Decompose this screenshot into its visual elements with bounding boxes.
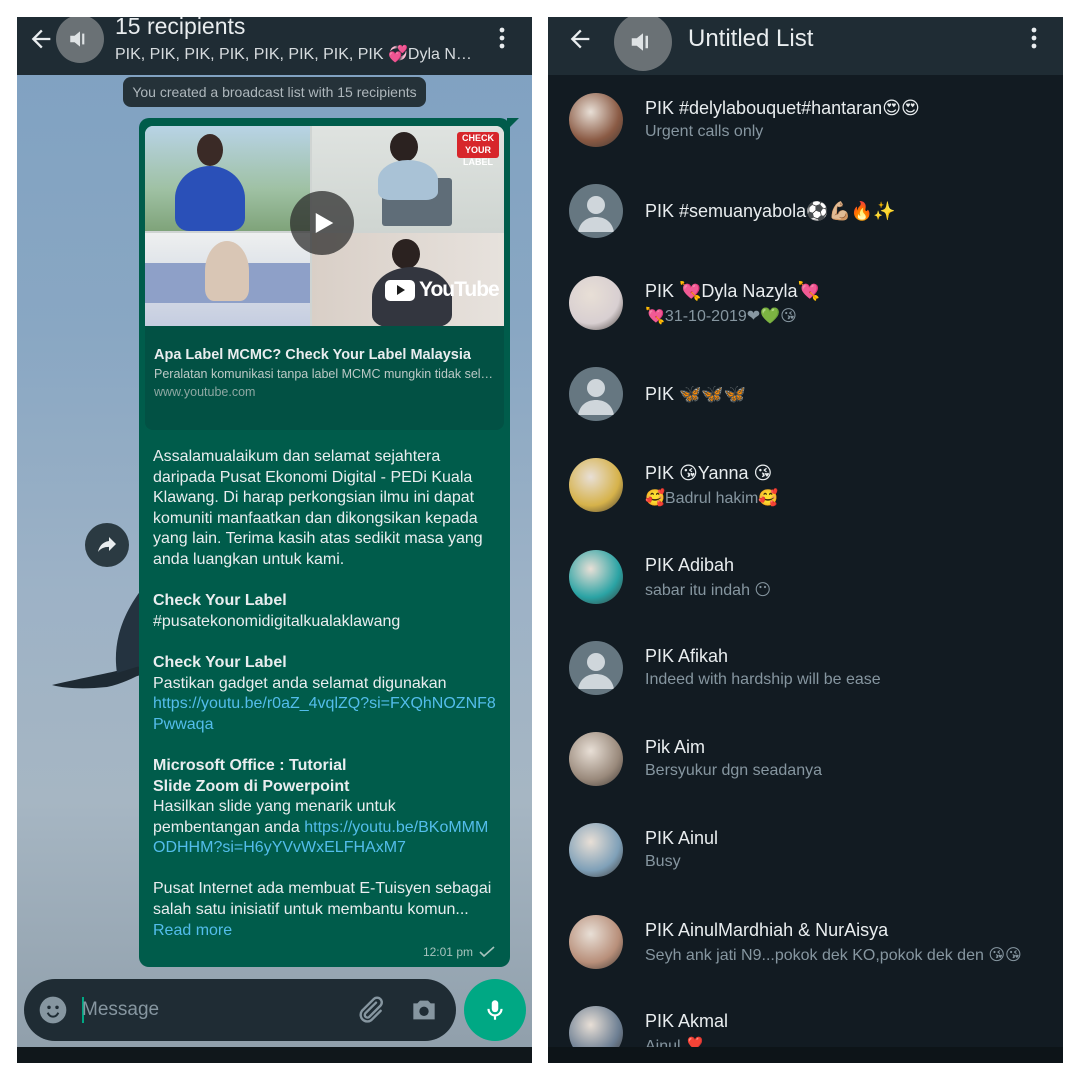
list-app-bar: Untitled List [548,17,1063,75]
link-preview-text[interactable]: Apa Label MCMC? Check Your Label Malaysi… [154,347,499,399]
message-meta: 12:01 pm [423,945,495,959]
contact-name: PIK #delylabouquet#hantaran😍😍 [645,98,920,118]
contact-name: PIK 😘Yanna 😘 [645,463,773,484]
list-title[interactable]: Untitled List [688,25,813,53]
system-nav-bar [17,1047,532,1063]
recipients-subtitle[interactable]: PIK, PIK, PIK, PIK, PIK, PIK, PIK, PIK 💞… [115,44,475,64]
thumbnail-tile [145,126,310,231]
message-paragraph: Check Your Label #pusatekonomidigitalkual… [153,591,498,632]
contact-name: PIK 💘Dyla Nazyla💘 [645,280,820,301]
contact-status: Urgent calls only [645,123,764,140]
emoji-icon[interactable] [37,994,69,1026]
message-paragraph: Microsoft Office : Tutorial Slide Zoom di… [153,756,498,859]
contact-name: PIK 🦋🦋🦋 [645,383,747,404]
contact-row[interactable]: PIK 💘Dyla Nazyla💘 💘31-10-2019❤💚😘 [548,258,1063,349]
broadcast-avatar[interactable] [614,17,672,71]
message-time: 12:01 pm [422,945,473,959]
contact-row[interactable]: Pik Aim Bersyukur dgn seadanya [548,714,1063,805]
chat-app-bar: 15 recipients PIK, PIK, PIK, PIK, PIK, P… [17,17,532,75]
message-paragraph: Pusat Internet ada membuat E-Tuisyen seb… [153,879,498,941]
youtube-play-icon [385,279,415,301]
camera-icon[interactable] [408,994,440,1026]
contact-status: 🥰Badrul hakim🥰 [645,490,779,508]
contact-status: Seyh ank jati N9...pokok dek KO,pokok de… [645,946,1022,964]
contact-row[interactable]: PIK #semuanyabola⚽💪🏼🔥✨ [548,166,1063,257]
thumbnail-tile [145,233,310,326]
message-paragraph: Assalamualaikum dan selamat sejahtera da… [153,448,483,568]
contact-status: Indeed with hardship will be ease [645,670,881,688]
broadcast-avatar[interactable] [56,17,104,63]
chat-title[interactable]: 15 recipients [115,17,245,40]
contact-name: Pik Aim [645,737,706,758]
message-composer [24,979,456,1041]
more-vert-icon[interactable] [497,26,507,50]
contact-name: PIK #semuanyabola⚽💪🏼🔥✨ [645,201,896,222]
contact-row[interactable]: PIK Adibah sabar itu indah 😶 [548,532,1063,623]
outgoing-message-bubble[interactable]: CHECK YOUR LABEL YouTube Apa Label MCMC?… [139,118,510,967]
message-heading: Slide Zoom di Powerpoint [153,777,350,795]
contact-status: Busy [645,853,681,871]
play-button[interactable] [290,191,354,255]
broadcast-megaphone-icon [70,31,85,47]
contact-row[interactable]: PIK #delylabouquet#hantaran😍😍 Urgent call… [548,75,1063,166]
youtube-logo: YouTube [385,278,500,302]
default-avatar-icon[interactable] [569,184,623,239]
contact-row[interactable]: PIK Ainul Busy [548,805,1063,896]
system-message: You created a broadcast list with 15 rec… [123,77,426,107]
message-heading: Check Your Label [153,653,287,671]
youtube-wordmark: YouTube [419,278,500,301]
back-arrow-icon[interactable] [27,25,55,53]
contact-name: PIK Adibah [645,554,735,575]
default-avatar-icon[interactable] [569,366,623,421]
message-text: Pastikan gadget anda selamat digunakan [153,674,447,692]
contact-status: 💘31-10-2019❤💚😘 [645,307,797,325]
message-heading: Check Your Label [153,592,287,610]
contact-avatar[interactable] [569,549,623,604]
forward-icon [98,537,116,552]
back-arrow-icon[interactable] [566,25,594,53]
contact-row[interactable]: PIK AinulMardhiah & NurAisya Seyh ank jat… [548,897,1063,988]
contact-avatar[interactable] [569,275,623,330]
read-more-link[interactable]: Read more [153,922,232,939]
contact-avatar[interactable] [569,823,623,878]
link-preview-title[interactable]: Apa Label MCMC? Check Your Label Malaysi… [154,347,499,363]
contact-row[interactable]: PIK 😘Yanna 😘 🥰Badrul hakim🥰 [548,440,1063,531]
contact-name: PIK Akmal [645,1011,729,1031]
contact-row[interactable]: PIK 🦋🦋🦋 [548,349,1063,440]
broadcast-chat-screen: 15 recipients PIK, PIK, PIK, PIK, PIK, P… [17,17,532,1063]
contact-name: PIK AinulMardhiah & NurAisya [645,919,889,940]
system-nav-bar [548,1047,1063,1063]
contact-row[interactable]: PIK Afikah Indeed with hardship will be e… [548,623,1063,714]
attach-icon[interactable] [354,994,386,1026]
contact-avatar[interactable] [569,732,623,787]
message-input[interactable] [82,996,332,1024]
link-preview-description: Peralatan komunikasi tanpa label MCMC mu… [154,367,499,381]
contact-status: Bersyukur dgn seadanya [645,762,822,780]
hashtag: #pusatekonomidigitalkualaklawang [153,612,401,630]
contact-name: PIK Afikah [645,645,729,666]
broadcast-list-screen: Untitled List PIK #delylabouquet#hantara… [548,17,1063,1063]
more-vert-icon[interactable] [1029,26,1039,50]
message-paragraph: Check Your Label Pastikan gadget anda sel… [153,653,498,735]
link-preview-domain: www.youtube.com [154,385,256,399]
contact-avatar[interactable] [569,93,623,147]
message-body: Assalamualaikum dan selamat sejahtera da… [153,447,498,962]
default-avatar-icon[interactable] [569,640,623,695]
contact-avatar[interactable] [569,914,623,969]
play-icon [315,213,334,233]
contact-name: PIK Ainul [645,828,719,849]
mic-icon [487,1000,503,1020]
video-thumbnail[interactable]: CHECK YOUR LABEL YouTube [145,126,504,326]
message-heading: Microsoft Office : Tutorial [153,756,347,774]
youtube-link[interactable]: https://youtu.be/r0aZ_4vqlZQ?si=FXQhNOZN… [153,695,496,733]
contact-status: sabar itu indah 😶 [645,581,772,599]
double-check-icon [479,946,495,958]
message-text: Pusat Internet ada membuat E-Tuisyen seb… [153,880,492,919]
link-preview-card[interactable]: CHECK YOUR LABEL YouTube Apa Label MCMC?… [145,126,504,430]
broadcast-megaphone-icon [631,33,648,51]
contact-avatar[interactable] [569,458,623,513]
forward-button[interactable] [85,523,129,567]
mic-button[interactable] [464,979,526,1041]
check-your-label-badge: CHECK YOUR LABEL [457,132,499,167]
